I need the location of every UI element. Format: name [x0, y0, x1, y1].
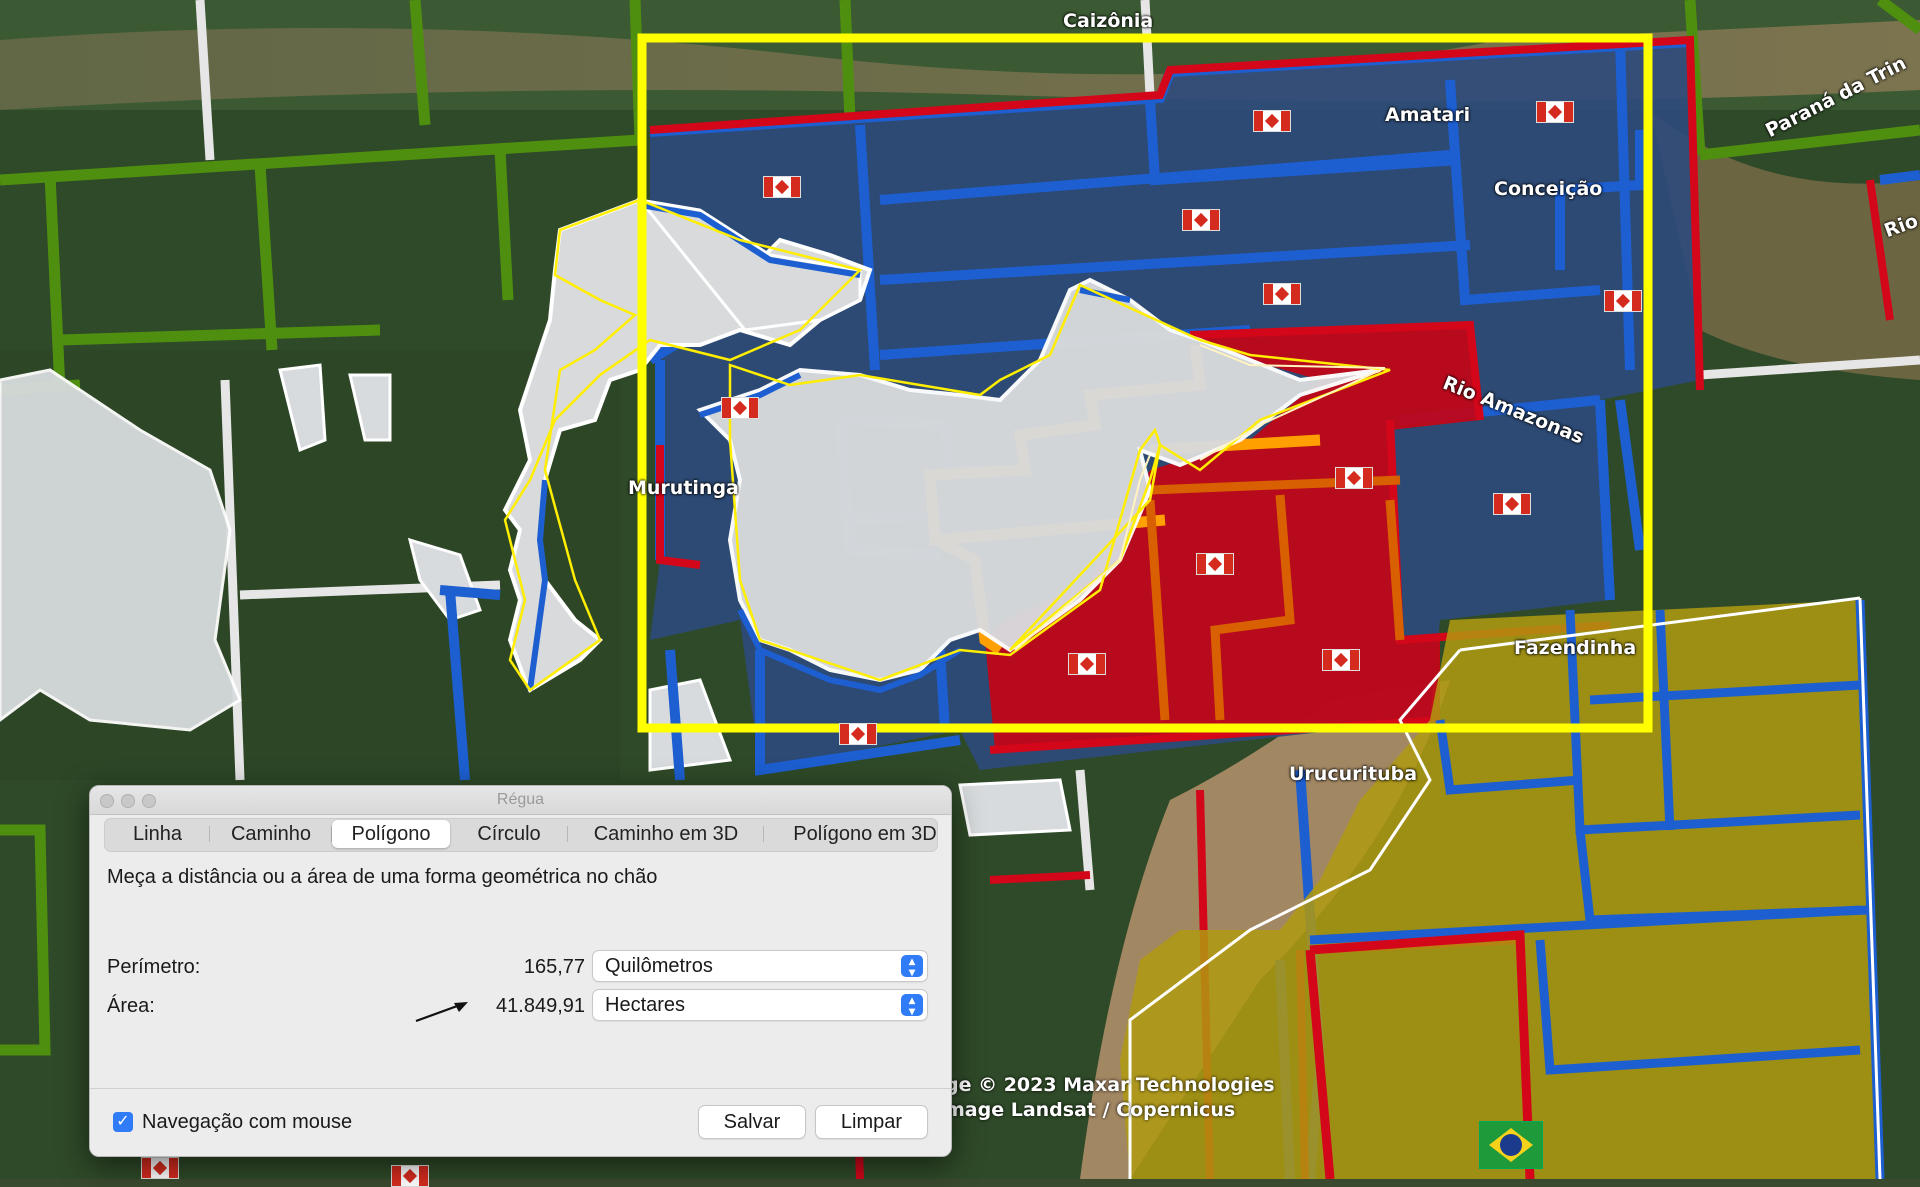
zoom-window-button[interactable]: [142, 794, 156, 808]
place-label-conceicao: Conceição: [1494, 178, 1603, 200]
perimeter-value: 165,77: [523, 956, 585, 978]
clear-button[interactable]: Limpar: [816, 1106, 927, 1138]
tab-caminho-3d[interactable]: Caminho em 3D: [568, 819, 764, 849]
canada-flag-icon[interactable]: [1604, 290, 1642, 312]
canada-flag-icon[interactable]: [1196, 553, 1234, 575]
place-label-urucurituba: Urucurituba: [1289, 763, 1418, 785]
window-title: Régua: [496, 791, 545, 808]
canada-flag-icon[interactable]: [1068, 653, 1106, 675]
canada-flag-icon[interactable]: [141, 1157, 179, 1179]
place-label-murutinga: Murutinga: [628, 477, 739, 499]
minimize-window-button[interactable]: [121, 794, 135, 808]
perimeter-unit-select[interactable]: Quilômetros ▴ ▾: [593, 951, 927, 981]
canada-flag-icon[interactable]: [763, 176, 801, 198]
area-label: Área:: [107, 995, 155, 1017]
tab-poligono-3d[interactable]: Polígono em 3D: [764, 819, 951, 849]
window-controls: [100, 794, 163, 813]
tab-linha[interactable]: Linha: [105, 819, 210, 849]
canada-flag-icon[interactable]: [839, 723, 877, 745]
save-button[interactable]: Salvar: [699, 1106, 805, 1138]
tab-poligono[interactable]: Polígono: [332, 820, 450, 848]
canada-flag-icon[interactable]: [1335, 467, 1373, 489]
canada-flag-icon[interactable]: [1536, 101, 1574, 123]
select-chevron-icon: ▴ ▾: [901, 994, 923, 1017]
mouse-navigation-label: Navegação com mouse: [142, 1111, 353, 1133]
mouse-navigation-checkbox[interactable]: ✓: [113, 1112, 133, 1132]
canada-flag-icon[interactable]: [1182, 209, 1220, 231]
brazil-flag-icon[interactable]: [1479, 1121, 1543, 1169]
area-unit-select[interactable]: Hectares ▴ ▾: [593, 990, 927, 1020]
measurement-tabs: Linha Caminho Polígono Círculo Caminho e…: [104, 818, 938, 852]
attribution-maxar: ge © 2023 Maxar Technologies: [945, 1074, 1275, 1096]
canada-flag-icon[interactable]: [1493, 493, 1531, 515]
attribution-landsat: mage Landsat / Copernicus: [945, 1099, 1236, 1121]
perimeter-label: Perímetro:: [107, 956, 201, 978]
tab-caminho[interactable]: Caminho: [210, 819, 332, 849]
canada-flag-icon[interactable]: [391, 1165, 429, 1187]
close-window-button[interactable]: [100, 794, 114, 808]
area-value: 41.849,91: [496, 995, 585, 1017]
canada-flag-icon[interactable]: [1263, 283, 1301, 305]
area-unit-value: Hectares: [605, 994, 686, 1016]
imagery-attribution: ge © 2023 Maxar Technologies mage Landsa…: [945, 1073, 1275, 1123]
ruler-description: Meça a distância ou a área de uma forma …: [107, 866, 658, 888]
canada-flag-icon[interactable]: [1322, 649, 1360, 671]
ruler-dialog: Régua Linha Caminho Polígono Círculo Cam…: [89, 785, 952, 1157]
place-label-amatari: Amatari: [1385, 104, 1471, 126]
perimeter-unit-value: Quilômetros: [605, 955, 713, 977]
place-label-caizonia: Caizônia: [1063, 10, 1154, 32]
tab-circulo[interactable]: Círculo: [450, 819, 568, 849]
ruler-titlebar[interactable]: Régua: [90, 786, 951, 815]
place-label-fazendinha: Fazendinha: [1514, 637, 1637, 659]
canada-flag-icon[interactable]: [1253, 110, 1291, 132]
select-chevron-icon: ▴ ▾: [901, 955, 923, 978]
canada-flag-icon[interactable]: [721, 397, 759, 419]
